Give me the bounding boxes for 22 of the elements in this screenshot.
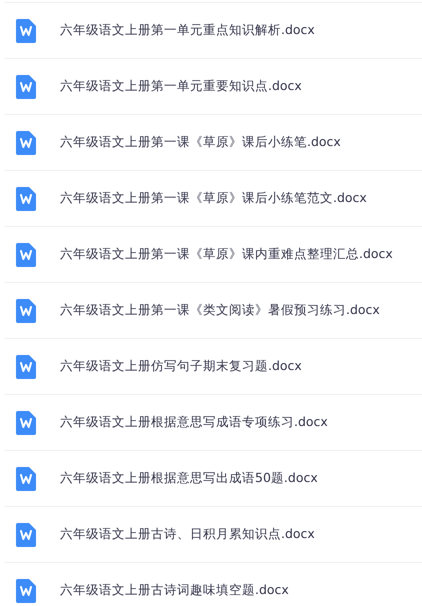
file-name[interactable]: 六年级语文上册第一单元重点知识解析.docx bbox=[60, 22, 315, 39]
file-name[interactable]: 六年级语文上册古诗词趣味填空题.docx bbox=[60, 582, 289, 599]
file-name[interactable]: 六年级语文上册仿写句子期末复习题.docx bbox=[60, 358, 302, 375]
document-icon bbox=[16, 578, 36, 602]
file-name[interactable]: 六年级语文上册第一课《类文阅读》暑假预习练习.docx bbox=[60, 302, 380, 319]
file-name[interactable]: 六年级语文上册古诗、日积月累知识点.docx bbox=[60, 526, 315, 543]
document-icon bbox=[16, 298, 36, 322]
document-icon bbox=[16, 18, 36, 42]
document-icon bbox=[16, 522, 36, 546]
document-icon bbox=[16, 242, 36, 266]
file-name[interactable]: 六年级语文上册第一课《草原》课后小练笔范文.docx bbox=[60, 190, 367, 207]
document-icon bbox=[16, 186, 36, 210]
file-name[interactable]: 六年级语文上册第一课《草原》课后小练笔.docx bbox=[60, 134, 341, 151]
document-icon bbox=[16, 130, 36, 154]
document-icon bbox=[16, 354, 36, 378]
file-name[interactable]: 六年级语文上册根据意思写出成语50题.docx bbox=[60, 470, 318, 487]
file-name[interactable]: 六年级语文上册根据意思写成语专项练习.docx bbox=[60, 414, 328, 431]
file-name[interactable]: 六年级语文上册第一课《草原》课内重难点整理汇总.docx bbox=[60, 246, 393, 263]
document-icon bbox=[16, 410, 36, 434]
file-name[interactable]: 六年级语文上册第一单元重要知识点.docx bbox=[60, 78, 302, 95]
document-icon bbox=[16, 74, 36, 98]
document-icon bbox=[16, 466, 36, 490]
